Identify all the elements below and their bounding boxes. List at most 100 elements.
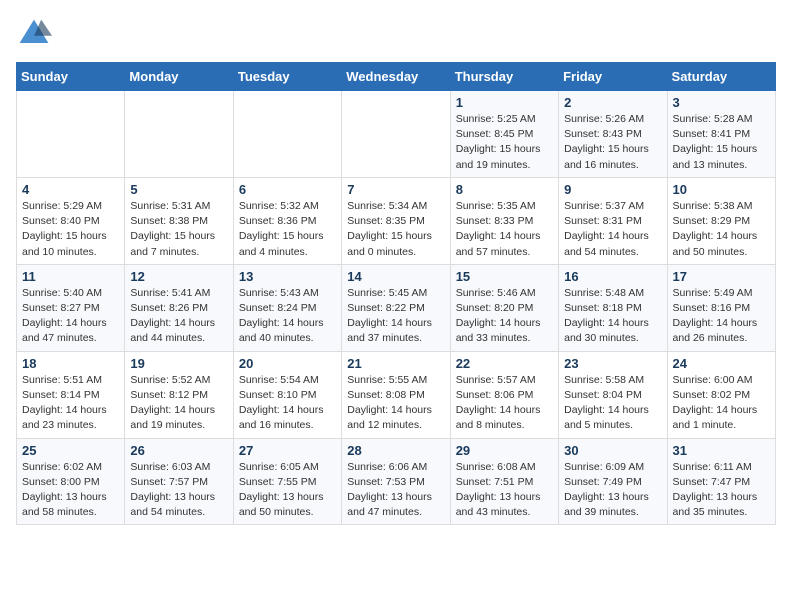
calendar-cell: 1 Sunrise: 5:25 AM Sunset: 8:45 PM Daylig… — [450, 91, 558, 178]
calendar-cell: 13 Sunrise: 5:43 AM Sunset: 8:24 PM Dayli… — [233, 264, 341, 351]
day-number: 28 — [347, 443, 444, 458]
day-number: 3 — [673, 95, 770, 110]
day-number: 9 — [564, 182, 661, 197]
day-info: Sunrise: 6:03 AM Sunset: 7:57 PM Dayligh… — [130, 460, 227, 521]
calendar-cell — [342, 91, 450, 178]
calendar-cell: 25 Sunrise: 6:02 AM Sunset: 8:00 PM Dayli… — [17, 438, 125, 525]
calendar-header: Sunday Monday Tuesday Wednesday Thursday… — [17, 63, 776, 91]
day-info: Sunrise: 5:54 AM Sunset: 8:10 PM Dayligh… — [239, 373, 336, 434]
day-info: Sunrise: 5:29 AM Sunset: 8:40 PM Dayligh… — [22, 199, 119, 260]
logo-icon — [16, 16, 52, 52]
calendar-cell — [233, 91, 341, 178]
day-info: Sunrise: 6:08 AM Sunset: 7:51 PM Dayligh… — [456, 460, 553, 521]
day-number: 26 — [130, 443, 227, 458]
calendar-cell: 4 Sunrise: 5:29 AM Sunset: 8:40 PM Daylig… — [17, 177, 125, 264]
day-number: 6 — [239, 182, 336, 197]
day-info: Sunrise: 5:48 AM Sunset: 8:18 PM Dayligh… — [564, 286, 661, 347]
day-number: 17 — [673, 269, 770, 284]
day-info: Sunrise: 5:25 AM Sunset: 8:45 PM Dayligh… — [456, 112, 553, 173]
day-number: 16 — [564, 269, 661, 284]
calendar-cell: 12 Sunrise: 5:41 AM Sunset: 8:26 PM Dayli… — [125, 264, 233, 351]
page-header — [16, 16, 776, 52]
day-number: 15 — [456, 269, 553, 284]
calendar-body: 1 Sunrise: 5:25 AM Sunset: 8:45 PM Daylig… — [17, 91, 776, 525]
calendar-week-4: 18 Sunrise: 5:51 AM Sunset: 8:14 PM Dayli… — [17, 351, 776, 438]
col-sunday: Sunday — [17, 63, 125, 91]
calendar-cell: 23 Sunrise: 5:58 AM Sunset: 8:04 PM Dayli… — [559, 351, 667, 438]
calendar-cell: 17 Sunrise: 5:49 AM Sunset: 8:16 PM Dayli… — [667, 264, 775, 351]
day-info: Sunrise: 6:05 AM Sunset: 7:55 PM Dayligh… — [239, 460, 336, 521]
calendar-week-1: 1 Sunrise: 5:25 AM Sunset: 8:45 PM Daylig… — [17, 91, 776, 178]
col-wednesday: Wednesday — [342, 63, 450, 91]
day-info: Sunrise: 5:43 AM Sunset: 8:24 PM Dayligh… — [239, 286, 336, 347]
calendar-cell: 29 Sunrise: 6:08 AM Sunset: 7:51 PM Dayli… — [450, 438, 558, 525]
day-number: 18 — [22, 356, 119, 371]
calendar-cell: 15 Sunrise: 5:46 AM Sunset: 8:20 PM Dayli… — [450, 264, 558, 351]
day-number: 13 — [239, 269, 336, 284]
day-number: 12 — [130, 269, 227, 284]
day-info: Sunrise: 6:11 AM Sunset: 7:47 PM Dayligh… — [673, 460, 770, 521]
calendar-week-5: 25 Sunrise: 6:02 AM Sunset: 8:00 PM Dayli… — [17, 438, 776, 525]
day-info: Sunrise: 5:57 AM Sunset: 8:06 PM Dayligh… — [456, 373, 553, 434]
day-number: 5 — [130, 182, 227, 197]
day-info: Sunrise: 5:37 AM Sunset: 8:31 PM Dayligh… — [564, 199, 661, 260]
day-number: 25 — [22, 443, 119, 458]
calendar-cell: 16 Sunrise: 5:48 AM Sunset: 8:18 PM Dayli… — [559, 264, 667, 351]
calendar-cell: 20 Sunrise: 5:54 AM Sunset: 8:10 PM Dayli… — [233, 351, 341, 438]
logo — [16, 16, 56, 52]
day-number: 14 — [347, 269, 444, 284]
calendar-cell: 9 Sunrise: 5:37 AM Sunset: 8:31 PM Daylig… — [559, 177, 667, 264]
calendar-cell: 22Sunrise: 5:57 AM Sunset: 8:06 PM Dayli… — [450, 351, 558, 438]
day-number: 20 — [239, 356, 336, 371]
day-number: 29 — [456, 443, 553, 458]
day-info: Sunrise: 5:58 AM Sunset: 8:04 PM Dayligh… — [564, 373, 661, 434]
header-row: Sunday Monday Tuesday Wednesday Thursday… — [17, 63, 776, 91]
calendar-cell: 5 Sunrise: 5:31 AM Sunset: 8:38 PM Daylig… — [125, 177, 233, 264]
day-number: 23 — [564, 356, 661, 371]
calendar-cell: 21 Sunrise: 5:55 AM Sunset: 8:08 PM Dayli… — [342, 351, 450, 438]
day-info: Sunrise: 5:34 AM Sunset: 8:35 PM Dayligh… — [347, 199, 444, 260]
calendar-cell: 10Sunrise: 5:38 AM Sunset: 8:29 PM Dayli… — [667, 177, 775, 264]
calendar-cell: 14Sunrise: 5:45 AM Sunset: 8:22 PM Dayli… — [342, 264, 450, 351]
day-info: Sunrise: 5:49 AM Sunset: 8:16 PM Dayligh… — [673, 286, 770, 347]
col-friday: Friday — [559, 63, 667, 91]
day-number: 21 — [347, 356, 444, 371]
day-number: 19 — [130, 356, 227, 371]
day-info: Sunrise: 5:55 AM Sunset: 8:08 PM Dayligh… — [347, 373, 444, 434]
day-info: Sunrise: 5:41 AM Sunset: 8:26 PM Dayligh… — [130, 286, 227, 347]
day-info: Sunrise: 5:51 AM Sunset: 8:14 PM Dayligh… — [22, 373, 119, 434]
calendar-cell: 3 Sunrise: 5:28 AM Sunset: 8:41 PM Daylig… — [667, 91, 775, 178]
day-info: Sunrise: 5:40 AM Sunset: 8:27 PM Dayligh… — [22, 286, 119, 347]
calendar-cell: 19 Sunrise: 5:52 AM Sunset: 8:12 PM Dayli… — [125, 351, 233, 438]
calendar-cell — [17, 91, 125, 178]
calendar-cell: 2Sunrise: 5:26 AM Sunset: 8:43 PM Daylig… — [559, 91, 667, 178]
calendar-cell: 28 Sunrise: 6:06 AM Sunset: 7:53 PM Dayli… — [342, 438, 450, 525]
col-thursday: Thursday — [450, 63, 558, 91]
calendar-cell: 7Sunrise: 5:34 AM Sunset: 8:35 PM Daylig… — [342, 177, 450, 264]
calendar-cell: 11 Sunrise: 5:40 AM Sunset: 8:27 PM Dayli… — [17, 264, 125, 351]
day-number: 30 — [564, 443, 661, 458]
calendar-cell: 26 Sunrise: 6:03 AM Sunset: 7:57 PM Dayli… — [125, 438, 233, 525]
day-info: Sunrise: 5:52 AM Sunset: 8:12 PM Dayligh… — [130, 373, 227, 434]
day-info: Sunrise: 6:00 AM Sunset: 8:02 PM Dayligh… — [673, 373, 770, 434]
day-info: Sunrise: 6:06 AM Sunset: 7:53 PM Dayligh… — [347, 460, 444, 521]
day-number: 27 — [239, 443, 336, 458]
day-info: Sunrise: 5:28 AM Sunset: 8:41 PM Dayligh… — [673, 112, 770, 173]
col-tuesday: Tuesday — [233, 63, 341, 91]
day-number: 11 — [22, 269, 119, 284]
day-info: Sunrise: 5:38 AM Sunset: 8:29 PM Dayligh… — [673, 199, 770, 260]
day-info: Sunrise: 5:35 AM Sunset: 8:33 PM Dayligh… — [456, 199, 553, 260]
day-number: 1 — [456, 95, 553, 110]
day-info: Sunrise: 5:26 AM Sunset: 8:43 PM Dayligh… — [564, 112, 661, 173]
calendar-cell: 27 Sunrise: 6:05 AM Sunset: 7:55 PM Dayli… — [233, 438, 341, 525]
day-info: Sunrise: 5:46 AM Sunset: 8:20 PM Dayligh… — [456, 286, 553, 347]
calendar-cell: 18 Sunrise: 5:51 AM Sunset: 8:14 PM Dayli… — [17, 351, 125, 438]
day-number: 31 — [673, 443, 770, 458]
col-saturday: Saturday — [667, 63, 775, 91]
day-number: 4 — [22, 182, 119, 197]
day-info: Sunrise: 6:02 AM Sunset: 8:00 PM Dayligh… — [22, 460, 119, 521]
calendar-table: Sunday Monday Tuesday Wednesday Thursday… — [16, 62, 776, 525]
day-info: Sunrise: 5:32 AM Sunset: 8:36 PM Dayligh… — [239, 199, 336, 260]
day-info: Sunrise: 5:31 AM Sunset: 8:38 PM Dayligh… — [130, 199, 227, 260]
day-number: 24 — [673, 356, 770, 371]
